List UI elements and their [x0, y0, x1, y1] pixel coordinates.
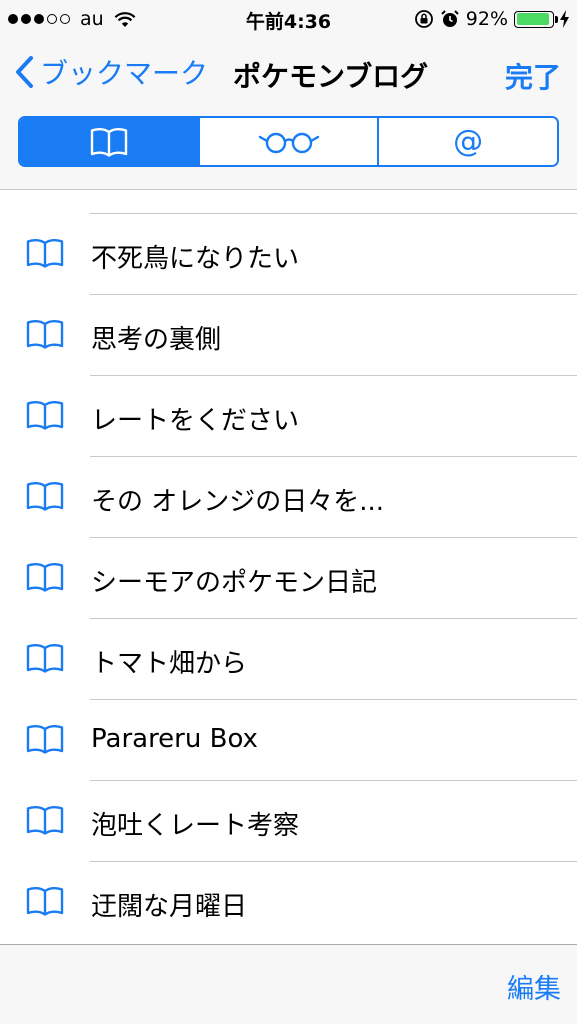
charging-bolt-icon	[560, 10, 569, 28]
bookmark-icon	[25, 318, 65, 354]
list-item[interactable]: 思考の裏側	[0, 295, 577, 376]
list-item[interactable]: トマト畑から	[0, 619, 577, 700]
bookmark-label: 思考の裏側	[91, 325, 222, 355]
bookmark-icon	[25, 642, 65, 678]
battery-icon	[514, 10, 558, 28]
list-item[interactable]: Parareru Box	[0, 700, 577, 781]
chevron-left-icon	[16, 56, 33, 88]
bookmark-icon	[25, 885, 65, 921]
alarm-icon	[441, 10, 459, 27]
bookmark-label: 泡吐くレート考察	[91, 811, 300, 841]
shared-links-icon: @	[453, 124, 484, 159]
orientation-lock-icon	[414, 10, 433, 28]
bookmark-label: レートをください	[91, 406, 300, 436]
list-item[interactable]: レートをください	[0, 376, 577, 457]
bookmark-list: 不死鳥になりたい 思考の裏側レートをくださいその オレンジの日々を... シーモアの…	[0, 190, 577, 944]
tab-bookmarks[interactable]	[20, 118, 198, 165]
bookmark-segmented-control: @	[18, 116, 559, 167]
bookmark-icon	[25, 480, 65, 516]
tab-shared-links[interactable]: @	[377, 118, 557, 165]
list-item[interactable]: 不死鳥になりたい	[0, 214, 577, 295]
bookmark-label: 不死鳥になりたい	[91, 244, 300, 274]
bottom-toolbar: 編集	[0, 944, 577, 1024]
bookmark-label: シーモアのポケモン日記	[91, 568, 378, 598]
tab-reading-list[interactable]	[197, 118, 378, 165]
list-item-partial[interactable]	[90, 190, 577, 214]
back-button-label: ブックマーク	[40, 57, 209, 90]
bookmark-icon	[25, 237, 65, 273]
status-bar: au 午前4:36 92%	[0, 0, 577, 38]
battery-percentage: 92%	[465, 8, 508, 30]
battery-level	[516, 13, 549, 25]
status-right: 92%	[414, 8, 569, 30]
reading-list-glasses-icon	[258, 132, 319, 153]
page-title: ポケモンブログ	[233, 60, 429, 93]
list-item[interactable]: その オレンジの日々を...	[0, 457, 577, 538]
bookmark-icon	[25, 723, 65, 759]
bookmark-icon	[25, 399, 65, 435]
list-item[interactable]: 迂闊な月曜日	[0, 862, 577, 943]
screen: au 午前4:36 92% ブックマーク ポケモンブログ 完了 @ 不死鳥になり…	[0, 0, 577, 1024]
bookmark-label: トマト畑から	[91, 649, 248, 679]
bookmark-icon	[25, 561, 65, 597]
back-button[interactable]: ブックマーク	[14, 52, 208, 92]
bookmark-label: その オレンジの日々を...	[91, 487, 385, 517]
bookmark-label: Parareru Box	[91, 724, 258, 754]
bookmark-label: 迂闊な月曜日	[91, 892, 248, 922]
list-item[interactable]: 泡吐くレート考察	[0, 781, 577, 862]
edit-button[interactable]: 編集	[507, 967, 561, 1006]
done-button[interactable]: 完了	[505, 56, 561, 96]
list-item[interactable]: シーモアのポケモン日記	[0, 538, 577, 619]
navigation-bar: ブックマーク ポケモンブログ 完了 @	[0, 38, 577, 190]
bookmark-icon	[25, 804, 65, 840]
bookmarks-icon	[90, 127, 128, 157]
